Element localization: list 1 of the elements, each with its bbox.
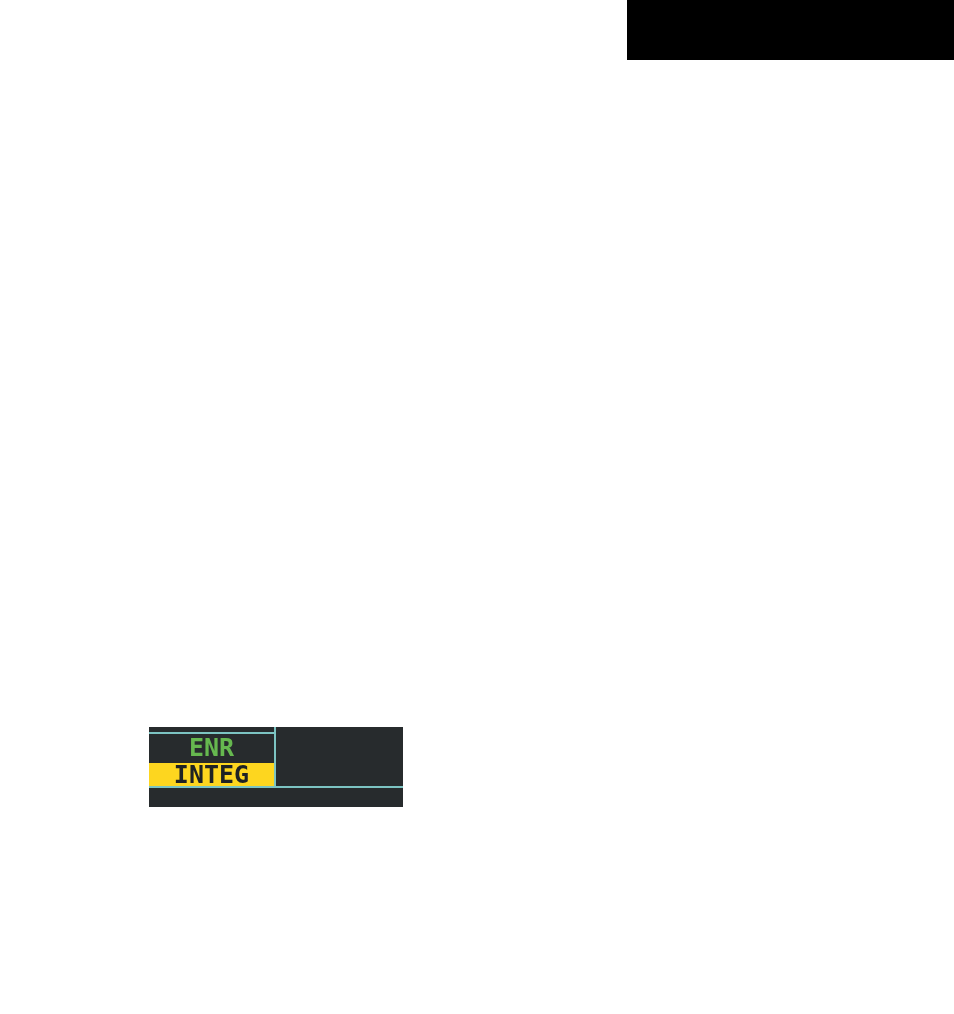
integrity-alert-annunciator: INTEG [149,763,274,786]
